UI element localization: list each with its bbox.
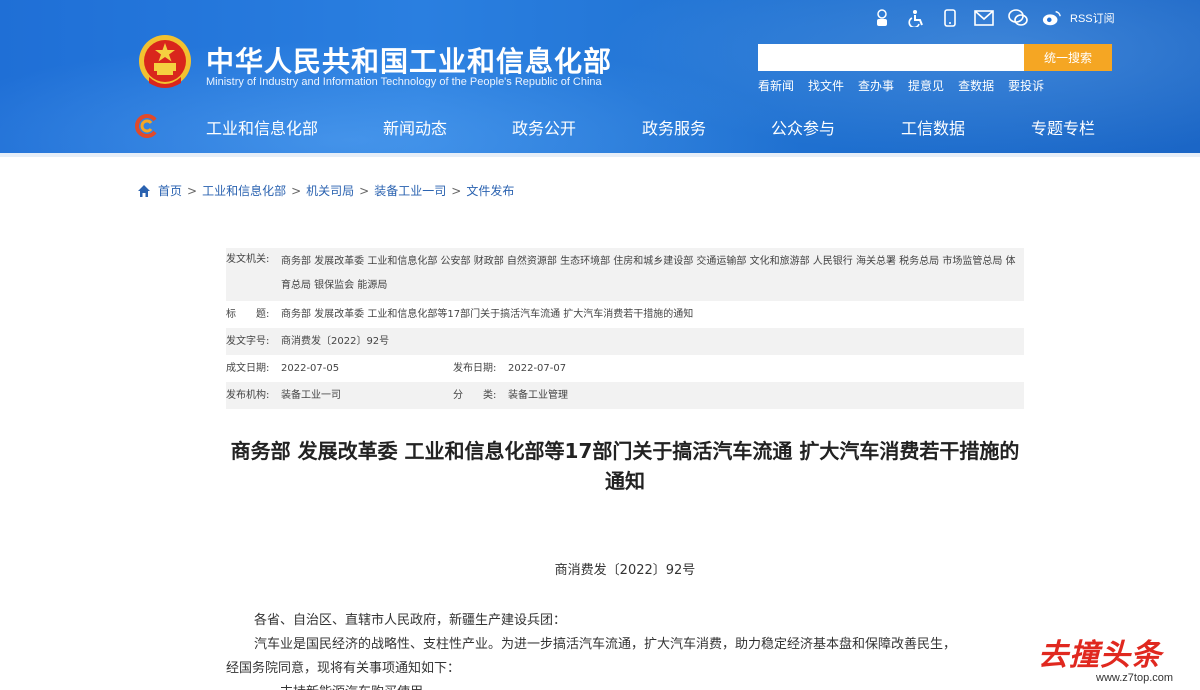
meta-row-title: 标 题: 商务部 发展改革委 工业和信息化部等17部门关于搞活汽车流通 扩大汽车… <box>226 301 1024 328</box>
breadcrumb-home[interactable]: 首页 <box>158 182 182 199</box>
breadcrumb-file-release[interactable]: 文件发布 <box>466 182 514 199</box>
weibo-icon[interactable] <box>1042 8 1062 28</box>
article-paragraph: 各省、自治区、直辖市人民政府，新疆生产建设兵团： <box>254 613 567 628</box>
article-paragraph: 经国务院同意，现将有关事项通知如下： <box>226 661 461 676</box>
nav-item-data[interactable]: 工信数据 <box>901 115 965 139</box>
quick-links: 看新闻 找文件 查办事 提意见 查数据 要投诉 <box>758 77 1044 94</box>
meta-value-title: 商务部 发展改革委 工业和信息化部等17部门关于搞活汽车流通 扩大汽车消费若干措… <box>281 308 694 320</box>
nav-item-gov-affairs[interactable]: 政务公开 <box>512 115 576 139</box>
watermark-text: 去撞头条 <box>1038 638 1162 673</box>
breadcrumb: 首页 > 工业和信息化部 > 机关司局 > 装备工业一司 > 文件发布 <box>137 182 514 199</box>
breadcrumb-separator: > <box>451 183 462 198</box>
meta-label: 发布日期: <box>453 362 497 374</box>
article-title: 商务部 发展改革委 工业和信息化部等17部门关于搞活汽车流通 扩大汽车消费若干措… <box>230 439 1020 493</box>
rss-link[interactable]: RSS订阅 <box>1070 10 1115 26</box>
meta-value-created: 2022-07-05 <box>281 362 340 374</box>
national-emblem-icon[interactable] <box>137 33 193 91</box>
meta-value-org: 装备工业一司 <box>281 389 341 401</box>
quick-link-news[interactable]: 看新闻 <box>758 77 794 94</box>
meta-row-dates: 成文日期: 2022-07-05 发布日期: 2022-07-07 <box>226 355 1024 382</box>
nav-item-news[interactable]: 新闻动态 <box>383 115 447 139</box>
meta-row-authorities: 发文机关: 商务部 发展改革委 工业和信息化部 公安部 财政部 自然资源部 生态… <box>226 248 1024 301</box>
quick-link-files[interactable]: 找文件 <box>808 77 844 94</box>
breadcrumb-separator: > <box>291 183 302 198</box>
accessibility-icon[interactable] <box>906 8 926 28</box>
meta-label: 发布机构: <box>226 389 270 401</box>
home-icon[interactable] <box>137 184 151 198</box>
breadcrumb-departments[interactable]: 机关司局 <box>306 182 354 199</box>
site-title[interactable]: 中华人民共和国工业和信息化部 <box>206 40 612 80</box>
header-divider <box>0 153 1200 157</box>
document-metadata: 发文机关: 商务部 发展改革委 工业和信息化部 公安部 财政部 自然资源部 生态… <box>226 248 1024 409</box>
article-paragraph: 一、支持新能源汽车购买使用 <box>226 681 1024 690</box>
breadcrumb-separator: > <box>187 183 198 198</box>
article-doc-number: 商消费发〔2022〕92号 <box>554 563 696 578</box>
meta-value-authorities: 商务部 发展改革委 工业和信息化部 公安部 财政部 自然资源部 生态环境部 住房… <box>281 256 1016 291</box>
search-input[interactable] <box>758 44 1024 71</box>
meta-label: 发文字号: <box>226 335 270 347</box>
quick-link-feedback[interactable]: 提意见 <box>908 77 944 94</box>
ministry-logo-icon[interactable] <box>135 114 159 138</box>
meta-label: 发文机关: <box>226 254 270 265</box>
article-body: 各省、自治区、直辖市人民政府，新疆生产建设兵团： 汽车业是国民经济的战略性、支柱… <box>226 609 1024 690</box>
mobile-icon[interactable] <box>940 8 960 28</box>
main-nav: 工业和信息化部 新闻动态 政务公开 政务服务 公众参与 工信数据 专题专栏 <box>0 108 1200 144</box>
meta-label: 分 类: <box>453 389 497 401</box>
top-utility-bar: RSS订阅 <box>872 7 1115 29</box>
nav-item-topics[interactable]: 专题专栏 <box>1031 115 1095 139</box>
mail-icon[interactable] <box>974 8 994 28</box>
breadcrumb-miit[interactable]: 工业和信息化部 <box>202 182 286 199</box>
wechat-icon[interactable] <box>1008 8 1028 28</box>
meta-row-doc-number: 发文字号: 商消费发〔2022〕92号 <box>226 328 1024 355</box>
site-header: 中华人民共和国工业和信息化部 Ministry of Industry and … <box>0 0 1200 153</box>
meta-value-doc-number: 商消费发〔2022〕92号 <box>281 335 390 347</box>
site-subtitle: Ministry of Industry and Information Tec… <box>206 76 602 88</box>
meta-value-category: 装备工业管理 <box>508 389 568 401</box>
watermark-url: www.z7top.com <box>1096 672 1174 684</box>
nav-item-miit[interactable]: 工业和信息化部 <box>206 115 318 139</box>
nav-item-gov-services[interactable]: 政务服务 <box>642 115 706 139</box>
watermark-logo: 去撞头条 www.z7top.com <box>1038 638 1194 688</box>
robot-icon[interactable] <box>872 8 892 28</box>
meta-label: 标 题: <box>226 308 270 320</box>
quick-link-complaint[interactable]: 要投诉 <box>1008 77 1044 94</box>
breadcrumb-equipment-dept[interactable]: 装备工业一司 <box>374 182 446 199</box>
meta-label: 成文日期: <box>226 362 270 374</box>
article-paragraph: 汽车业是国民经济的战略性、支柱性产业。为进一步搞活汽车流通，扩大汽车消费，助力稳… <box>254 637 957 652</box>
breadcrumb-separator: > <box>359 183 370 198</box>
meta-row-org: 发布机构: 装备工业一司 分 类: 装备工业管理 <box>226 382 1024 409</box>
quick-link-data[interactable]: 查数据 <box>958 77 994 94</box>
nav-item-public[interactable]: 公众参与 <box>771 115 835 139</box>
search-button[interactable]: 统一搜索 <box>1024 44 1112 71</box>
meta-value-published: 2022-07-07 <box>508 362 567 374</box>
quick-link-services[interactable]: 查办事 <box>858 77 894 94</box>
